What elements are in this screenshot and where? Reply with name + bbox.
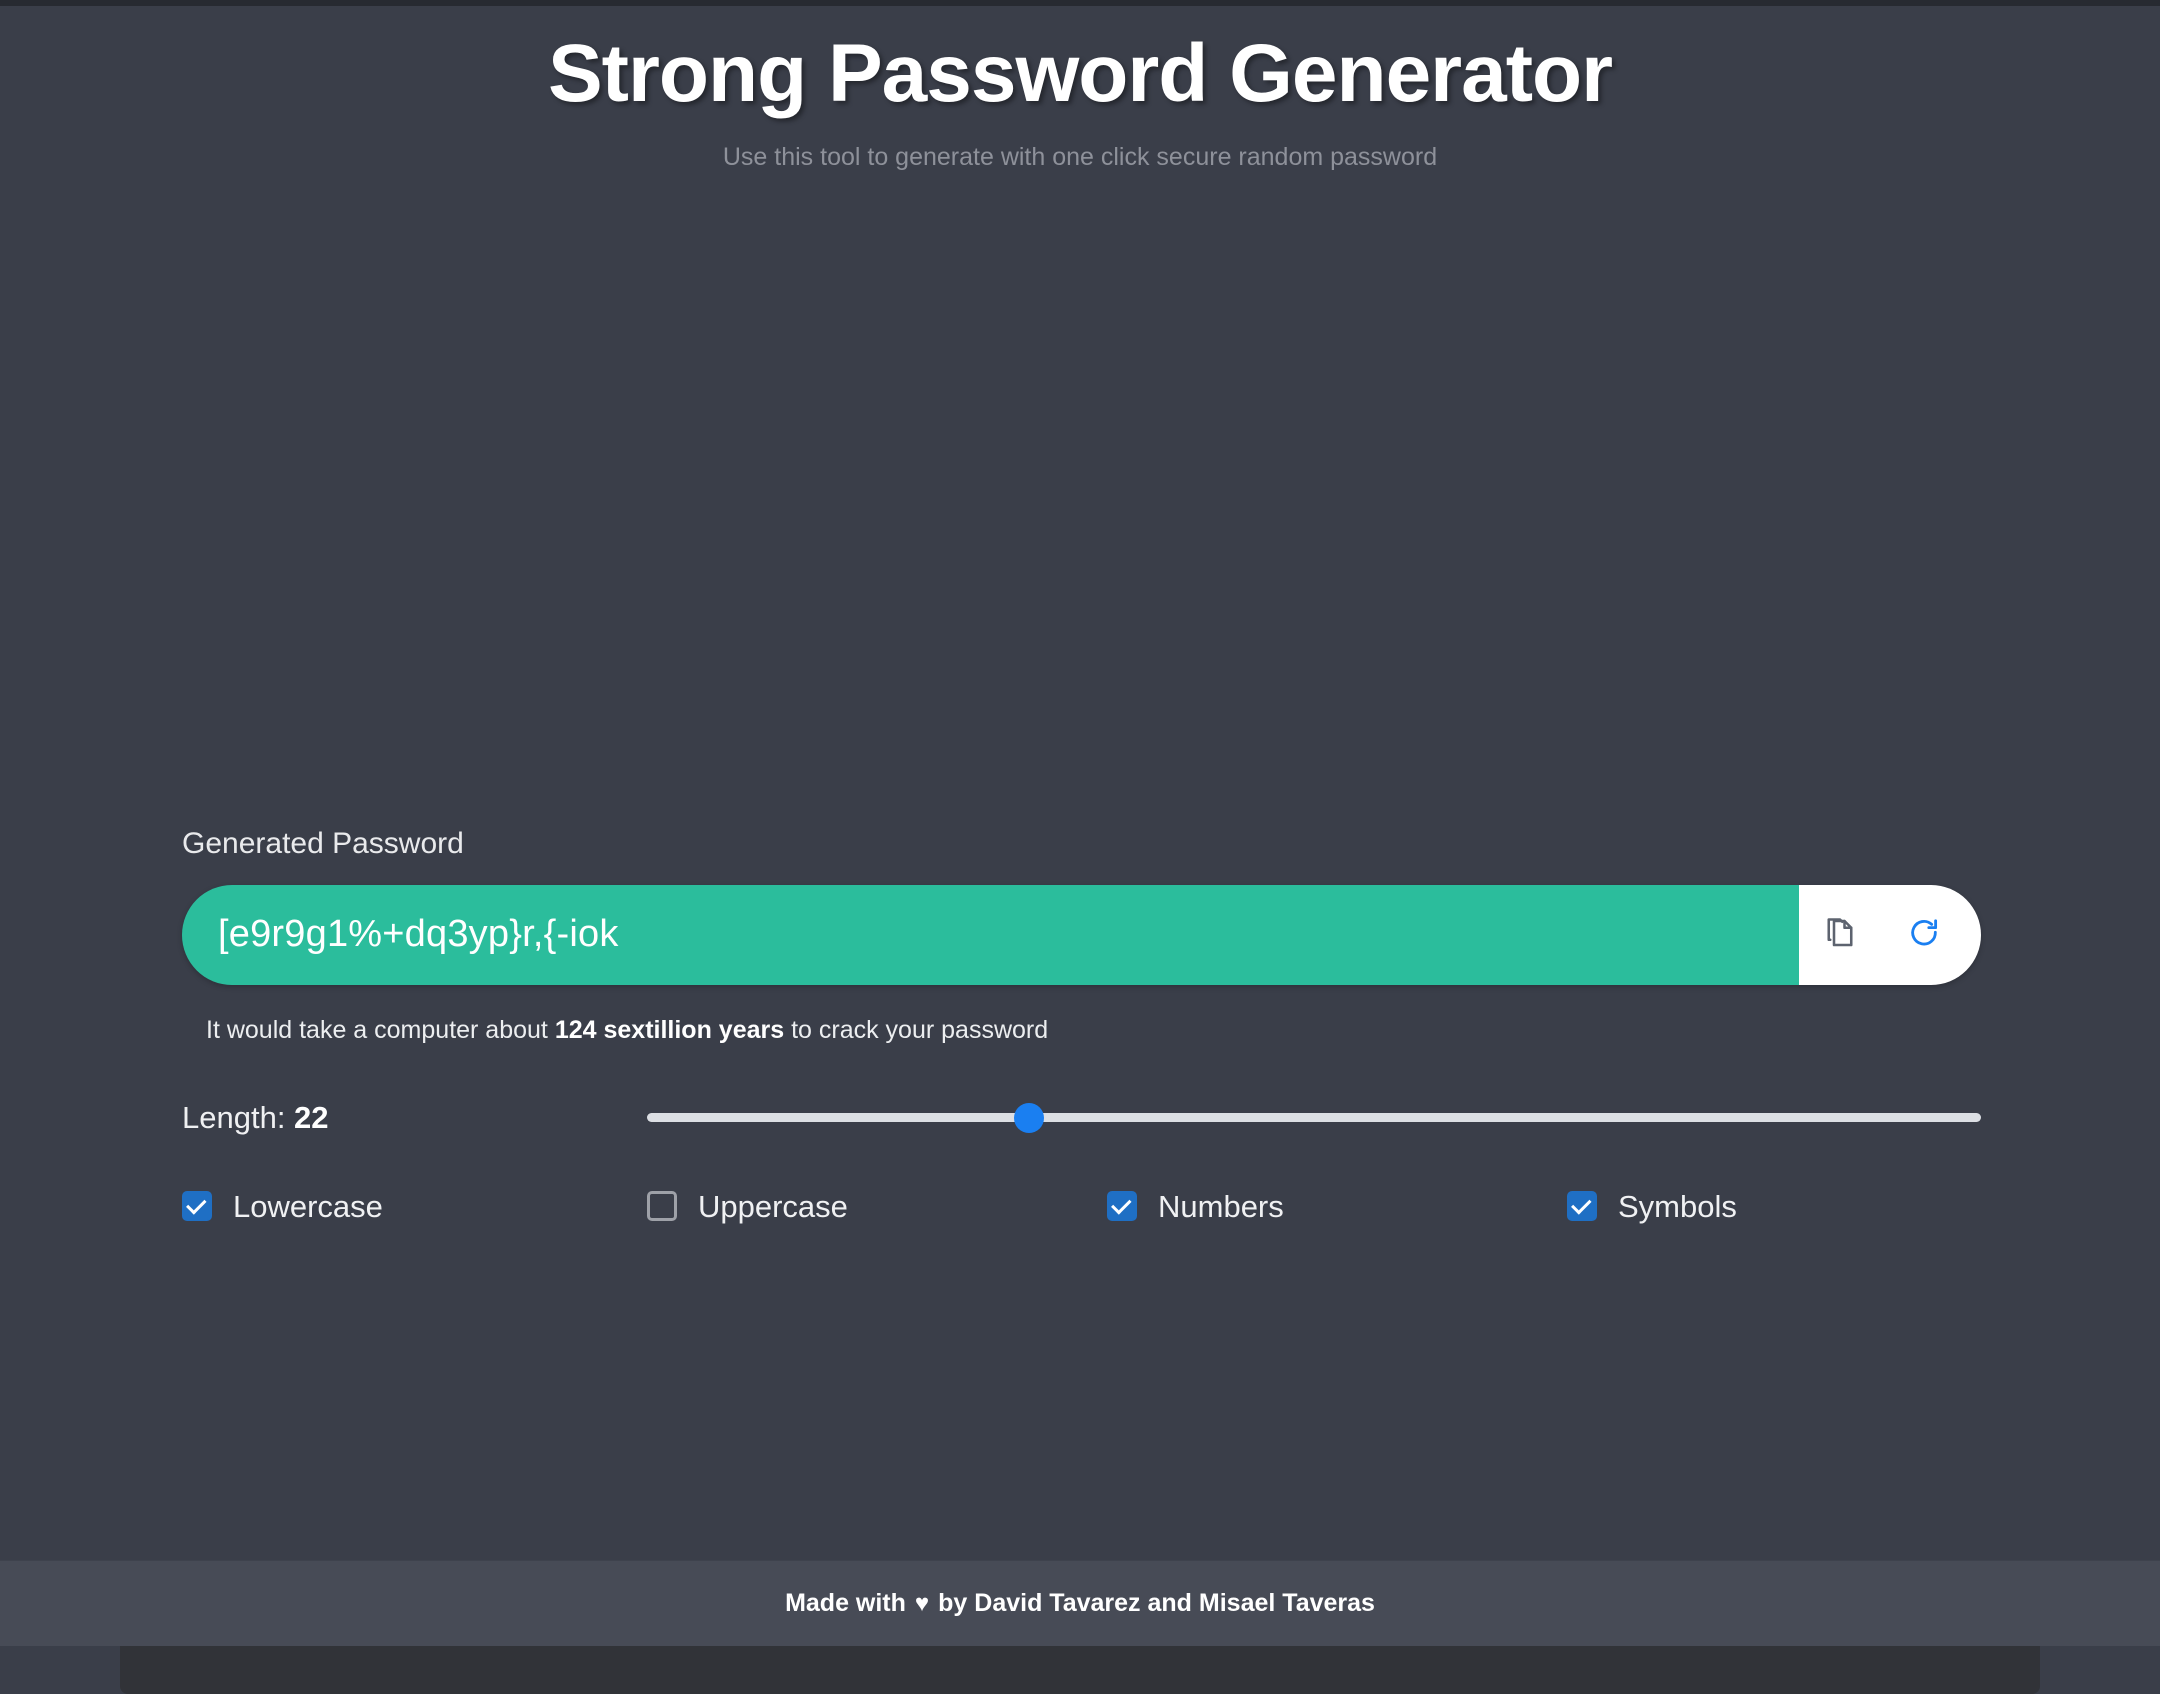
checkbox-symbols[interactable] <box>1567 1191 1597 1221</box>
heart-icon: ♥ <box>915 1592 929 1616</box>
page-subtitle: Use this tool to generate with one click… <box>0 142 2160 172</box>
footer-suffix: by David Tavarez and Misael Taveras <box>938 1591 1375 1616</box>
option-symbols-label: Symbols <box>1618 1191 1737 1222</box>
check-icon <box>1571 1194 1592 1215</box>
crack-time-duration: 124 sextillion years <box>555 1016 784 1044</box>
crack-time-suffix: to crack your password <box>784 1016 1048 1044</box>
slider-thumb[interactable] <box>1014 1103 1044 1133</box>
copy-icon <box>1822 915 1858 954</box>
page-title: Strong Password Generator <box>0 28 2160 120</box>
generated-password-label: Generated Password <box>182 829 1981 859</box>
footer-prefix: Made with <box>785 1591 906 1616</box>
footer-credit: Made with ♥ by David Tavarez and Misael … <box>785 1591 1375 1616</box>
main-content: Generated Password <box>0 172 2160 1646</box>
option-lowercase-label: Lowercase <box>233 1191 383 1222</box>
checkbox-numbers[interactable] <box>1107 1191 1137 1221</box>
slider-track[interactable] <box>647 1113 1981 1122</box>
length-value: 22 <box>294 1100 328 1135</box>
option-symbols[interactable]: Symbols <box>1567 1191 1867 1222</box>
option-numbers-label: Numbers <box>1158 1191 1284 1222</box>
character-options-row: Lowercase Uppercase Numbers Symbols <box>182 1191 1981 1222</box>
check-icon <box>186 1194 207 1215</box>
checkbox-lowercase[interactable] <box>182 1191 212 1221</box>
password-actions <box>1799 885 1981 985</box>
length-slider[interactable] <box>647 1101 1981 1135</box>
generated-password-input[interactable] <box>182 885 1799 985</box>
length-label-prefix: Length: <box>182 1100 294 1135</box>
generator-panel: Generated Password <box>182 829 1981 1222</box>
crack-time-text: It would take a computer about 124 sexti… <box>206 1015 1981 1045</box>
checkbox-uppercase[interactable] <box>647 1191 677 1221</box>
check-icon <box>1111 1194 1132 1215</box>
page-header: Strong Password Generator Use this tool … <box>0 6 2160 172</box>
option-lowercase[interactable]: Lowercase <box>182 1191 647 1222</box>
length-label: Length: 22 <box>182 1102 647 1133</box>
option-numbers[interactable]: Numbers <box>1107 1191 1567 1222</box>
copy-password-button[interactable] <box>1817 912 1863 958</box>
password-generator-page: Strong Password Generator Use this tool … <box>0 6 2160 1646</box>
option-uppercase[interactable]: Uppercase <box>647 1191 1107 1222</box>
length-row: Length: 22 <box>182 1101 1981 1135</box>
password-bar <box>182 885 1981 985</box>
regenerate-password-button[interactable] <box>1901 912 1947 958</box>
refresh-icon <box>1907 916 1941 953</box>
crack-time-prefix: It would take a computer about <box>206 1016 555 1044</box>
option-uppercase-label: Uppercase <box>698 1191 848 1222</box>
page-footer: Made with ♥ by David Tavarez and Misael … <box>0 1560 2160 1646</box>
